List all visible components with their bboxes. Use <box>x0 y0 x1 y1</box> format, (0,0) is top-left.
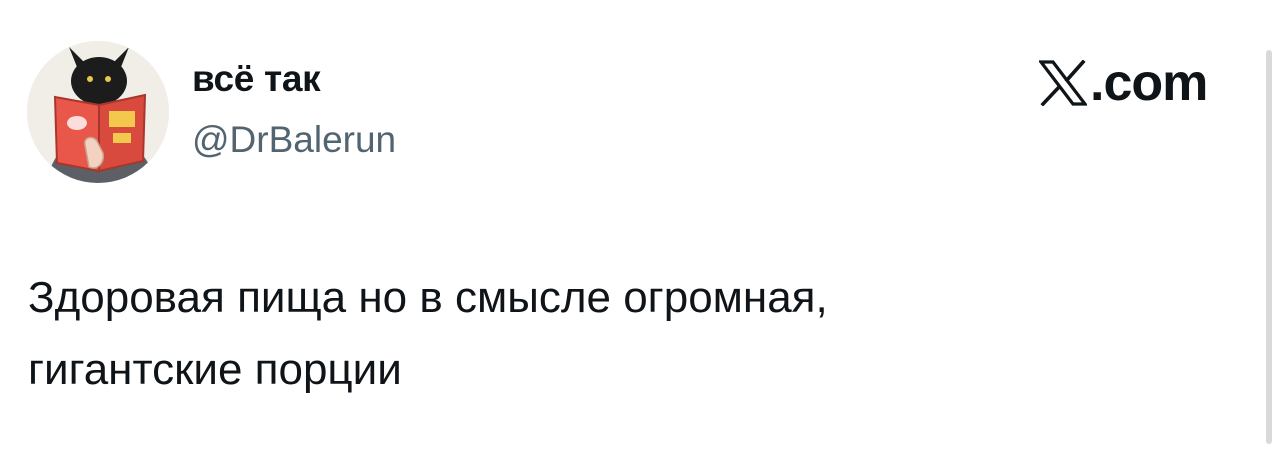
tweet-text-line: гигантские порции <box>28 345 402 394</box>
scrollbar[interactable] <box>1266 50 1272 444</box>
author-display-name[interactable]: всё так <box>192 58 321 100</box>
author-handle[interactable]: @DrBalerun <box>192 119 396 161</box>
tweet-text-line: Здоровая пища но в смысле огромная, <box>28 273 828 322</box>
avatar-image <box>27 41 169 183</box>
tweet-text: Здоровая пища но в смысле огромная, гига… <box>28 262 1208 406</box>
tweet-card: всё так @DrBalerun .com Здоровая пища но… <box>0 0 1284 449</box>
x-com-brand[interactable]: .com <box>1039 54 1208 112</box>
x-logo-icon <box>1039 60 1087 106</box>
brand-domain-suffix: .com <box>1090 54 1208 112</box>
avatar[interactable] <box>27 41 169 183</box>
